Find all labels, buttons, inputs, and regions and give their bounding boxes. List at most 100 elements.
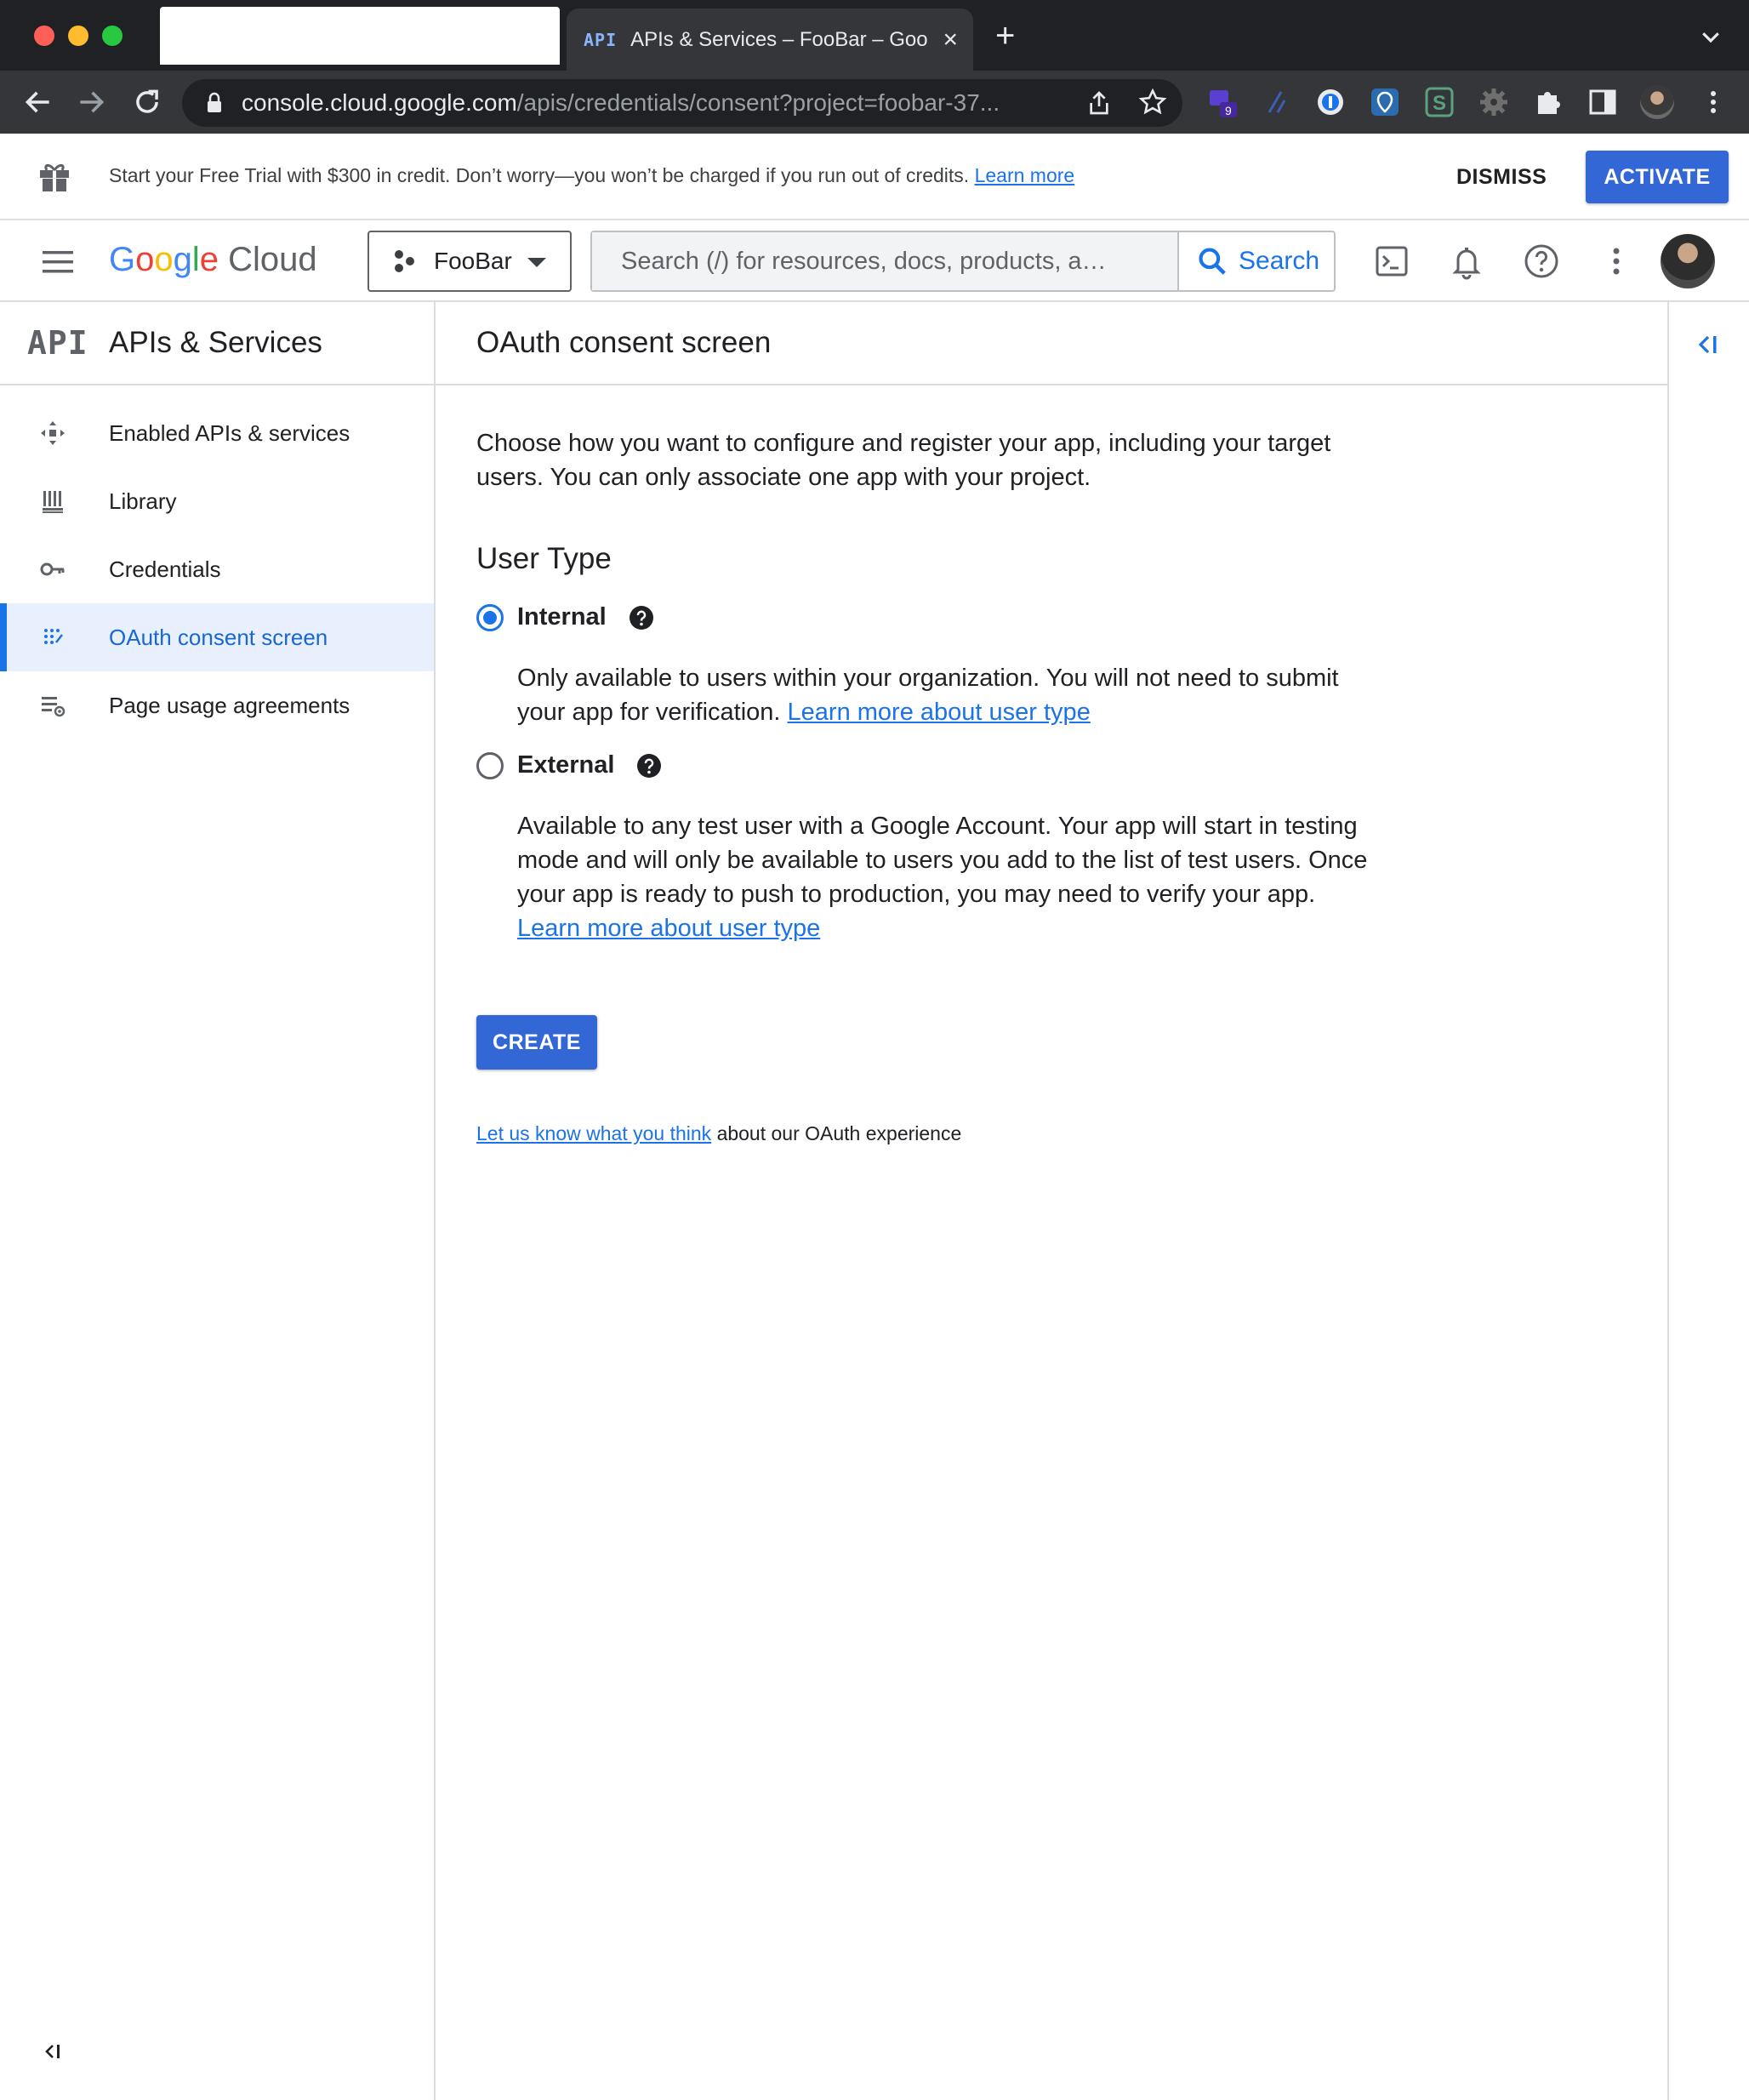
location-pin-icon[interactable] <box>1368 85 1402 119</box>
close-window-button[interactable] <box>34 26 54 46</box>
browser-tab-blank[interactable] <box>160 7 560 65</box>
back-arrow-icon[interactable] <box>22 86 54 118</box>
free-trial-banner: Start your Free Trial with $300 in credi… <box>0 134 1749 220</box>
bookmark-star-icon[interactable] <box>1138 88 1167 117</box>
feedback-link[interactable]: Let us know what you think <box>476 1122 711 1144</box>
activate-button[interactable]: ACTIVATE <box>1586 151 1729 203</box>
sidebar-item-page-usage[interactable]: Page usage agreements <box>0 671 434 739</box>
hamburger-menu-icon[interactable] <box>41 249 75 275</box>
sidebar-item-enabled-apis[interactable]: Enabled APIs & services <box>0 399 434 467</box>
key-icon <box>40 562 65 576</box>
banner-message: Start your Free Trial with $300 in credi… <box>109 164 1074 187</box>
internal-option[interactable]: Internal <box>476 603 654 631</box>
api-logo-icon: API <box>27 324 88 362</box>
nav-title: APIs & Services <box>109 326 322 359</box>
main-content: OAuth consent screen Choose how you want… <box>436 302 1669 2100</box>
page-usage-icon <box>42 697 66 717</box>
extensions-puzzle-icon[interactable] <box>1531 85 1565 119</box>
s-extension-icon[interactable]: S <box>1422 85 1456 119</box>
reload-icon[interactable] <box>131 86 163 118</box>
sidebar-item-label: Page usage agreements <box>109 692 350 718</box>
feedback-suffix: about our OAuth experience <box>716 1122 962 1144</box>
logo-letter: l <box>191 241 200 278</box>
dismiss-button[interactable]: DISMISS <box>1446 159 1557 195</box>
sidebar-item-label: Library <box>109 488 177 514</box>
tab-search-chevron-icon[interactable] <box>1698 24 1723 49</box>
right-rail <box>1667 302 1749 2100</box>
extension-stack-icon[interactable]: 9 <box>1206 85 1240 119</box>
maximize-window-button[interactable] <box>102 26 122 46</box>
banner-learn-more-link[interactable]: Learn more <box>975 164 1075 186</box>
library-icon <box>43 491 63 513</box>
intro-text: Choose how you want to configure and reg… <box>476 430 1331 491</box>
logo-letter: o <box>154 241 174 278</box>
minimize-window-button[interactable] <box>68 26 88 46</box>
url-text[interactable]: console.cloud.google.com/apis/credential… <box>242 89 1058 117</box>
search-input[interactable] <box>592 232 1177 290</box>
password-manager-icon[interactable] <box>1313 85 1347 119</box>
sidebar-item-label: Enabled APIs & services <box>109 419 350 446</box>
banner-text: Start your Free Trial with $300 in credi… <box>109 164 970 186</box>
new-tab-button[interactable]: + <box>995 19 1015 53</box>
search-bar: Search <box>590 231 1336 292</box>
project-dots-icon <box>395 250 414 272</box>
extension-badge: 9 <box>1225 104 1232 117</box>
tab-title: APIs & Services – FooBar – Goo <box>630 27 928 51</box>
page-header: OAuth consent screen <box>436 302 1669 385</box>
enabled-apis-icon <box>41 421 65 445</box>
account-avatar[interactable] <box>1661 234 1715 288</box>
page-title: OAuth consent screen <box>476 326 772 359</box>
profile-avatar[interactable] <box>1640 85 1674 119</box>
svg-text:S: S <box>1433 92 1446 115</box>
side-panel-icon[interactable] <box>1586 85 1620 119</box>
project-picker[interactable]: FooBar <box>367 231 572 292</box>
forward-arrow-icon[interactable] <box>75 86 107 118</box>
more-options-icon[interactable] <box>1596 241 1637 282</box>
address-bar[interactable]: console.cloud.google.com/apis/credential… <box>182 79 1182 127</box>
search-icon <box>1199 248 1226 275</box>
external-description: Available to any test user with a Google… <box>517 809 1368 945</box>
sidebar-item-label: Credentials <box>109 556 221 582</box>
internal-radio[interactable] <box>476 603 504 631</box>
search-button-label: Search <box>1239 247 1320 275</box>
create-button[interactable]: CREATE <box>476 1015 597 1070</box>
search-button[interactable]: Search <box>1177 232 1334 290</box>
internal-learn-more-link[interactable]: Learn more about user type <box>788 699 1091 726</box>
nav-list: Enabled APIs & services Library Credenti… <box>0 399 434 739</box>
extension-slash-icon[interactable] <box>1259 85 1293 119</box>
user-type-heading: User Type <box>476 542 612 575</box>
sidebar-item-oauth-consent[interactable]: OAuth consent screen <box>0 603 434 671</box>
cloud-header: Google Cloud FooBar Search <box>0 220 1749 302</box>
external-learn-more-link[interactable]: Learn more about user type <box>517 915 820 942</box>
browser-menu-icon[interactable] <box>1696 85 1730 119</box>
gear-extension-icon[interactable] <box>1477 85 1511 119</box>
external-help-icon[interactable] <box>636 753 662 779</box>
collapse-nav-icon[interactable] <box>43 2041 63 2062</box>
internal-label[interactable]: Internal <box>517 603 607 631</box>
logo-letter: g <box>173 241 192 278</box>
nav-header: API APIs & Services <box>0 302 434 385</box>
internal-help-icon[interactable] <box>629 605 654 631</box>
notifications-bell-icon[interactable] <box>1446 241 1487 282</box>
logo-letter: o <box>135 241 155 278</box>
browser-tab-active[interactable]: API APIs & Services – FooBar – Goo × <box>567 9 973 71</box>
url-path: /apis/credentials/consent?project=foobar… <box>516 89 1000 116</box>
sidebar-item-library[interactable]: Library <box>0 467 434 535</box>
help-icon[interactable] <box>1521 241 1562 282</box>
left-navigation: API APIs & Services Enabled APIs & servi… <box>0 302 436 2100</box>
caret-down-icon <box>527 258 546 267</box>
share-icon[interactable] <box>1085 89 1113 117</box>
external-label[interactable]: External <box>517 751 614 779</box>
external-radio[interactable] <box>476 751 504 779</box>
sidebar-item-credentials[interactable]: Credentials <box>0 535 434 603</box>
cloud-shell-icon[interactable] <box>1371 241 1412 282</box>
tab-close-icon[interactable]: × <box>943 26 958 53</box>
expand-panel-icon[interactable] <box>1695 333 1722 357</box>
lock-icon[interactable] <box>204 91 225 115</box>
oauth-consent-icon <box>44 629 63 644</box>
google-cloud-logo[interactable]: Google Cloud <box>109 241 317 279</box>
external-option[interactable]: External <box>476 751 662 779</box>
browser-tabstrip: API APIs & Services – FooBar – Goo × + <box>0 0 1749 71</box>
tab-favicon-icon: API <box>584 29 618 50</box>
logo-letter: G <box>109 241 136 278</box>
